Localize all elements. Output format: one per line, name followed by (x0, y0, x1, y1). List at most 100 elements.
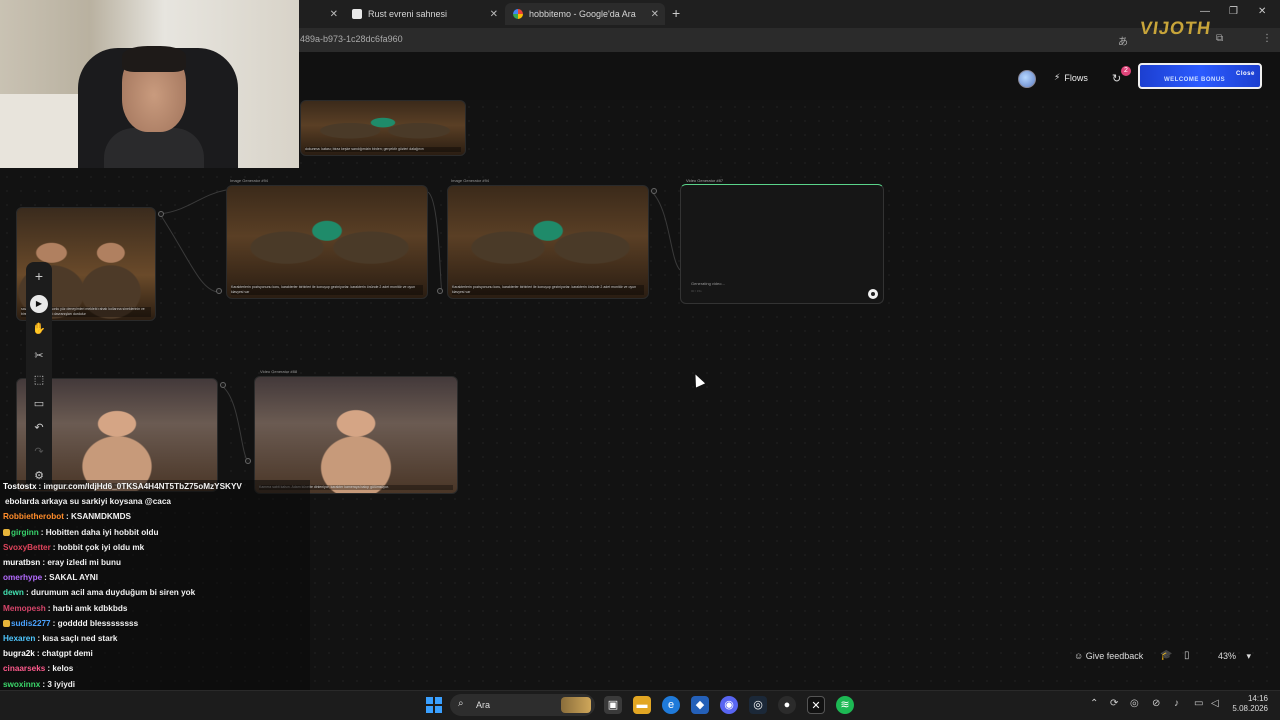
capcut-icon[interactable]: ✕ (807, 696, 825, 714)
scissors-icon[interactable]: ✂ (26, 349, 52, 362)
screen: ✕ Rust evreni sahnesi ✕ hobbitemo - Goog… (0, 0, 1280, 720)
redo-icon[interactable]: ↷ (26, 445, 52, 458)
image-generator-node-2[interactable]: Karakterlerin pozisyonunu koru, karakter… (447, 185, 649, 299)
chat-username[interactable]: Hexaren (3, 634, 35, 643)
chat-text: : hobbit çok iyi oldu mk (52, 542, 145, 552)
chat-username[interactable]: omerhype (3, 573, 42, 582)
app-icon[interactable]: ◆ (691, 696, 709, 714)
windows-start-icon[interactable] (426, 697, 442, 713)
maximize-button[interactable]: ❐ (1229, 6, 1238, 17)
edge-line (221, 385, 249, 463)
promo-banner[interactable]: WELCOME BONUS Close (1138, 63, 1262, 89)
obs-icon[interactable]: ● (778, 696, 796, 714)
tray-volume-icon[interactable]: ◁ (1211, 698, 1219, 709)
chat-message: cinaarseks: kelos (3, 664, 73, 673)
tray-steam-icon[interactable]: ◎ (1130, 698, 1139, 709)
comment-icon[interactable]: ▭ (26, 397, 52, 410)
video-node-bath[interactable]: Kamera sabit kalsın. Adam küvette dinlen… (254, 376, 458, 494)
chat-username[interactable]: Memopesh (3, 604, 46, 613)
give-feedback-button[interactable]: ☺ Give feedback (1074, 651, 1143, 661)
chat-username[interactable]: muratbsn (3, 558, 40, 567)
chat-message: bugra2k: chatgpt demi (3, 649, 93, 658)
tab-google[interactable]: hobbitemo - Google'da Ara ✕ (505, 3, 665, 25)
taskbar-clock[interactable]: 14:16 5.08.2026 (1228, 694, 1268, 714)
input-handle[interactable] (245, 458, 251, 464)
chat-message: dewn: durumum acil ama duyduğum bi siren… (3, 588, 195, 597)
input-handle[interactable] (437, 288, 443, 294)
task-view-icon[interactable]: ▣ (604, 696, 622, 714)
chat-text: : eray izledi mi bunu (42, 558, 122, 567)
feedback-icon: ☺ (1074, 651, 1084, 661)
input-handle[interactable] (216, 288, 222, 294)
chat-badge-icon (3, 528, 10, 536)
image-node-top[interactable]: dokunma: katası; biraz keşke sandığımizi… (300, 100, 466, 156)
chat-message: muratbsn: eray izledi mi bunu (3, 558, 121, 567)
chat-username[interactable]: cinaarseks (3, 664, 45, 673)
play-icon[interactable]: ▶ (30, 295, 48, 313)
image-generator-node-1[interactable]: Karakterlerin pozisyonunu koru, karakter… (226, 185, 428, 299)
tray-chevron-icon[interactable]: ⌃ (1090, 698, 1098, 709)
chat-message: SvoxyBetter: hobbit çok iyi oldu mk (3, 543, 144, 552)
extensions-icon[interactable]: ⧉ (1216, 33, 1223, 44)
plus-icon[interactable]: + (26, 268, 52, 284)
spotify-icon[interactable]: ≋ (836, 696, 854, 714)
promo-close[interactable]: Close (1236, 71, 1255, 77)
discord-icon[interactable]: ◉ (720, 696, 738, 714)
chat-message: ebolarda arkaya su sarkiyi koysana @caca (3, 497, 171, 506)
undo-icon[interactable]: ↶ (26, 421, 52, 434)
chat-username[interactable]: girginn (11, 528, 39, 537)
menu-icon[interactable]: ⋮ (1262, 33, 1272, 44)
close-window-button[interactable]: ✕ (1258, 6, 1266, 17)
user-avatar[interactable] (1018, 70, 1036, 88)
tray-mic-icon[interactable]: ♪ (1174, 698, 1179, 709)
tab-close-icon[interactable]: ✕ (490, 9, 498, 20)
chat-username[interactable]: sudis2277 (11, 619, 51, 628)
chat-username[interactable]: dewn (3, 588, 24, 597)
chat-message: sudis2277: godddd blessssssss (3, 619, 138, 628)
chat-username[interactable]: swoxinnx (3, 680, 40, 689)
video-generator-node[interactable]: Generating video... 00 / 15s (680, 184, 884, 304)
tab-close-icon[interactable]: ✕ (651, 9, 659, 20)
tray-sync-icon[interactable]: ⟳ (1110, 698, 1118, 709)
chat-username[interactable]: Robbietherobot (3, 512, 64, 521)
feedback-label: Give feedback (1085, 651, 1144, 661)
flows-label: Flows (1064, 72, 1088, 83)
chat-username[interactable]: Tostostx (3, 482, 37, 491)
chat-text: : Hobitten daha iyi hobbit oldu (40, 527, 159, 537)
book-icon[interactable]: ▯ (1184, 650, 1190, 661)
taskbar-search[interactable]: ⌕ Ara (450, 694, 595, 716)
edge-icon[interactable]: e (662, 696, 680, 714)
webcam-hair (122, 46, 186, 72)
flows-button[interactable]: ⚡ Flows (1054, 72, 1088, 83)
minimize-button[interactable]: — (1200, 6, 1210, 17)
output-handle[interactable] (158, 211, 164, 217)
chat-text: : imgur.com/ldjHd6_0TKSA4H4NT5TbZ75oMzYS… (38, 482, 242, 491)
history-icon[interactable]: ↻ (1112, 72, 1121, 85)
webcam-body (104, 128, 204, 168)
lightning-icon: ⚡ (1054, 72, 1061, 82)
learn-icon[interactable]: 🎓 (1160, 650, 1172, 661)
chat-username[interactable]: bugra2k (3, 649, 35, 658)
chat-message: Robbietherobot: KSANMDKMDS (3, 512, 131, 521)
zoom-select[interactable]: 43% ▾ (1218, 651, 1251, 662)
chat-username[interactable]: SvoxyBetter (3, 543, 51, 552)
left-toolbar: + ▶ ✋ ✂ ⬚ ▭ ↶ ↷ ⚙ (26, 262, 52, 490)
hand-icon[interactable]: ✋ (26, 322, 52, 335)
output-handle[interactable] (651, 188, 657, 194)
generating-status: Generating video... (691, 281, 725, 286)
output-handle[interactable] (220, 382, 226, 388)
search-placeholder: Ara (476, 700, 491, 710)
tab-rust[interactable]: Rust evreni sahnesi ✕ (344, 3, 504, 25)
translate-icon[interactable]: あ (1118, 33, 1128, 48)
tray-network-icon[interactable]: ⊘ (1152, 698, 1160, 709)
webcam-bed (0, 94, 80, 168)
crop-icon[interactable]: ⬚ (26, 373, 52, 386)
tab-close-icon[interactable]: ✕ (330, 9, 338, 20)
tray-monitor-icon[interactable]: ▭ (1194, 698, 1203, 709)
steam-icon[interactable]: ◎ (749, 696, 767, 714)
new-tab-button[interactable]: + (672, 5, 680, 21)
run-button[interactable] (868, 289, 878, 299)
url-field[interactable]: 489a-b973-1c28dc6fa960 (300, 34, 403, 44)
tab-1[interactable]: ✕ (300, 3, 344, 25)
file-explorer-icon[interactable]: ▬ (633, 696, 651, 714)
